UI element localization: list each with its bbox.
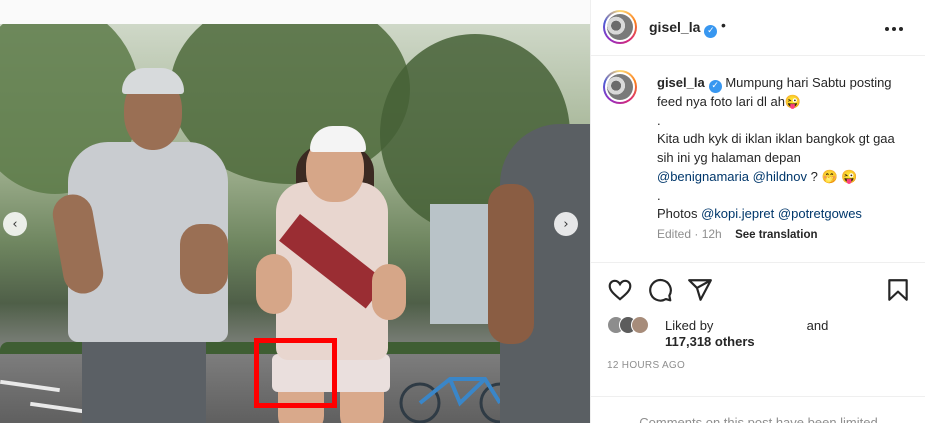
username-text: gisel_la	[649, 19, 701, 35]
post-header: gisel_la ✓ •	[591, 0, 925, 56]
instagram-post-view: ‹ › gisel_la ✓ • gisel_la ✓ Mumpung hari S…	[0, 0, 925, 423]
see-translation-link[interactable]: See translation	[735, 229, 817, 241]
comments-limited-notice: Comments on this post have been limited	[591, 396, 925, 423]
caption-username-link[interactable]: gisel_la	[657, 75, 705, 90]
mention-link[interactable]: @kopi.jepret	[701, 206, 774, 221]
caption-meta: Edited · 12h See translation	[657, 227, 818, 241]
post-caption: gisel_la ✓ Mumpung hari Sabtu posting fee…	[657, 74, 907, 224]
woman-arm	[372, 264, 406, 320]
caption-text: Photos	[657, 206, 702, 222]
action-bar	[591, 262, 925, 312]
liked-by-text: Liked by and	[665, 317, 828, 334]
likes-count-link[interactable]: 117,318 others	[665, 334, 755, 349]
comment-icon[interactable]	[647, 277, 673, 303]
man-shorts	[82, 339, 206, 423]
header-username-link[interactable]: gisel_la ✓	[649, 19, 718, 38]
carousel-next-button[interactable]: ›	[554, 212, 578, 236]
carousel-prev-button[interactable]: ‹	[3, 212, 27, 236]
send-icon[interactable]	[687, 277, 713, 303]
post-timestamp[interactable]: 12 HOURS AGO	[607, 360, 685, 371]
man-right-arm	[488, 184, 534, 344]
ellipsis-icon	[885, 27, 903, 31]
liker-avatars[interactable]	[607, 316, 649, 334]
emoji: 😜	[784, 94, 802, 109]
more-options-button[interactable]	[884, 16, 904, 37]
caption-text: ?	[807, 168, 818, 184]
woman-arm	[256, 254, 292, 314]
highlight-box	[254, 338, 337, 408]
caption-dot: .	[657, 112, 661, 128]
liker-avatar	[631, 316, 649, 334]
mention-link[interactable]: @benignamaria	[657, 169, 749, 184]
caption-avatar[interactable]	[603, 70, 637, 104]
separator-dot: •	[721, 17, 726, 33]
avatar[interactable]	[603, 10, 637, 44]
post-side-panel: gisel_la ✓ • gisel_la ✓ Mumpung hari Sabtu…	[590, 0, 925, 423]
chevron-left-icon: ‹	[12, 216, 18, 232]
man-cap	[122, 68, 184, 94]
caption-dot: .	[657, 187, 661, 203]
chevron-right-icon: ›	[563, 216, 569, 232]
mention-link[interactable]: @hildnov	[753, 169, 807, 184]
top-strip	[0, 0, 590, 24]
man-arm	[180, 224, 228, 294]
verified-badge-icon: ✓	[704, 25, 718, 38]
mention-link[interactable]: @potretgowes	[778, 206, 862, 221]
heart-icon[interactable]	[607, 277, 633, 303]
liked-by-prefix: Liked by	[665, 318, 714, 333]
edited-time: Edited · 12h	[657, 227, 722, 241]
liked-by-and: and	[806, 318, 829, 333]
verified-badge-icon: ✓	[708, 80, 722, 93]
caption-line-2: Kita udh kyk di iklan iklan bangkok gt g…	[657, 131, 895, 166]
post-photo[interactable]	[0, 24, 590, 423]
bookmark-icon[interactable]	[885, 277, 911, 303]
emoji: 🤭 😜	[821, 168, 858, 184]
